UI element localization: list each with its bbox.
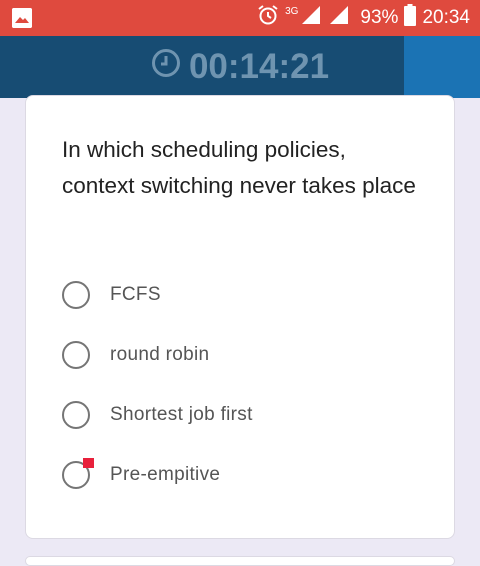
question-text: In which scheduling policies, context sw… — [62, 137, 416, 198]
status-bar: 3G 93% 20:34 — [0, 0, 480, 36]
radio-button[interactable] — [62, 401, 90, 429]
alarm-icon — [257, 4, 279, 32]
radio-button[interactable] — [62, 458, 94, 489]
next-card — [25, 556, 455, 566]
signal-icon — [300, 4, 322, 32]
option-pre-empitive[interactable]: Pre-empitive — [62, 458, 402, 492]
option-label: Shortest job first — [110, 404, 253, 425]
clock-icon — [151, 47, 181, 87]
option-round-robin[interactable]: round robin — [62, 338, 402, 372]
option-label: FCFS — [110, 284, 161, 305]
timer-bar: 00:14:21 — [0, 36, 480, 98]
gallery-notification-icon — [12, 8, 32, 28]
network-type: 3G — [285, 5, 299, 17]
battery-percent: 93% — [360, 7, 399, 28]
timer: 00:14:21 — [0, 36, 480, 98]
radio-button[interactable] — [62, 281, 90, 309]
option-shortest-job-first[interactable]: Shortest job first — [62, 398, 402, 432]
option-label: round robin — [110, 344, 210, 365]
question-card: In which scheduling policies, context sw… — [25, 95, 455, 539]
battery-icon — [404, 4, 417, 32]
clock-time: 20:34 — [422, 7, 470, 28]
timer-value: 00:14:21 — [188, 47, 330, 86]
radio-button[interactable] — [62, 341, 90, 369]
red-marker-icon — [83, 458, 94, 468]
signal-icon — [328, 4, 350, 32]
option-label: Pre-empitive — [110, 464, 221, 485]
option-fcfs[interactable]: FCFS — [62, 278, 402, 312]
